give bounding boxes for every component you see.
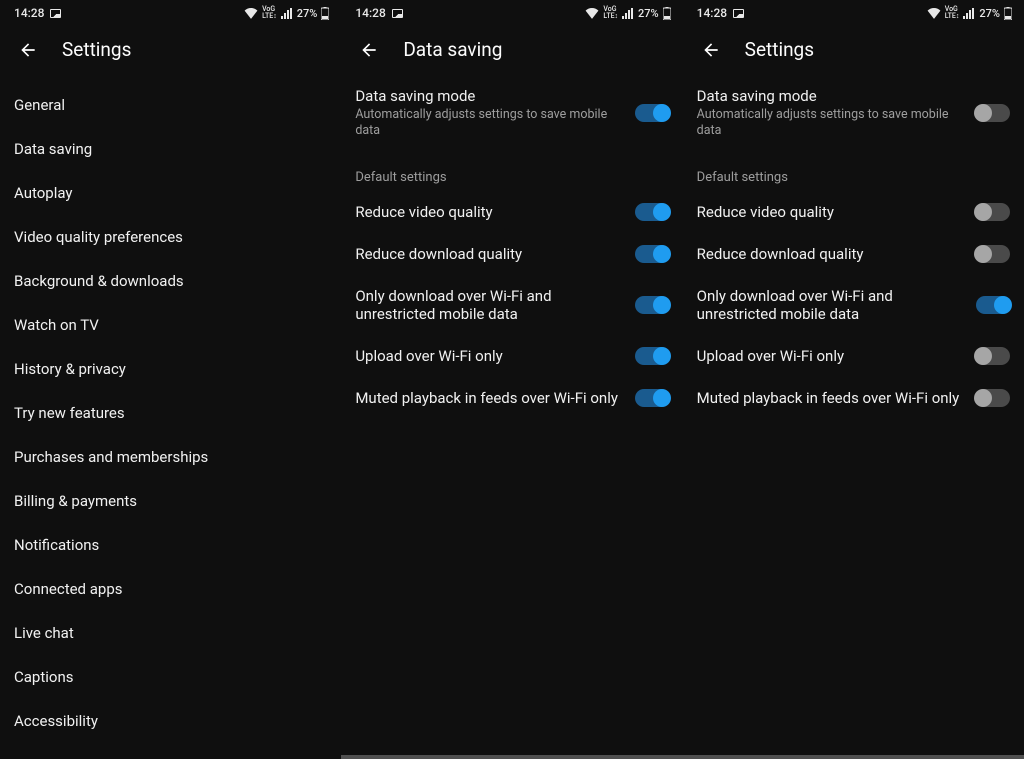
battery-icon (321, 7, 329, 20)
settings-item-try-new-features[interactable]: Try new features (0, 391, 341, 435)
toggle-row-reduce-video-quality[interactable]: Reduce video quality (683, 191, 1024, 233)
screen-settings-list: 14:28 VoGLTE↕ 27% Settings (0, 0, 341, 759)
toggle-row-reduce-download-quality[interactable]: Reduce download quality (341, 233, 682, 275)
settings-item-accessibility[interactable]: Accessibility (0, 699, 341, 743)
toggle-label: Upload over Wi-Fi only (355, 347, 624, 365)
settings-item-watch-on-tv[interactable]: Watch on TV (0, 303, 341, 347)
signal-icon (963, 8, 975, 19)
battery-pct: 27% (638, 7, 659, 20)
settings-item-purchases-and-memberships[interactable]: Purchases and memberships (0, 435, 341, 479)
settings-item-history-privacy[interactable]: History & privacy (0, 347, 341, 391)
battery-pct: 27% (297, 7, 318, 20)
screen-data-saving-off: 14:28 VoGLTE↕ 27% Settings (683, 0, 1024, 759)
status-bar: 14:28 VoGLTE↕ 27% (0, 0, 341, 24)
settings-list: GeneralData savingAutoplayVideo quality … (0, 75, 341, 759)
toggle-title: Data saving mode (355, 87, 624, 105)
app-bar: Data saving (341, 24, 682, 75)
back-button[interactable] (18, 40, 38, 60)
app-bar: Settings (683, 24, 1024, 75)
toggle-row-upload-over-wi-fi-only[interactable]: Upload over Wi-Fi only (341, 335, 682, 377)
back-button[interactable] (701, 40, 721, 60)
settings-item-billing-payments[interactable]: Billing & payments (0, 479, 341, 523)
toggle-switch[interactable] (976, 203, 1010, 221)
back-button[interactable] (359, 40, 379, 60)
battery-icon (663, 7, 671, 20)
toggle-switch[interactable] (635, 347, 669, 365)
toggle-subtitle: Automatically adjusts settings to save m… (697, 107, 966, 140)
settings-item-connected-apps[interactable]: Connected apps (0, 567, 341, 611)
page-title: Data saving (403, 38, 502, 61)
toggle-switch[interactable] (976, 245, 1010, 263)
volte-icon: VoGLTE↕ (945, 6, 960, 20)
toggle-label: Only download over Wi-Fi and unrestricte… (697, 287, 966, 323)
wifi-icon (585, 7, 599, 19)
status-bar: 14:28 VoGLTE↕ 27% (341, 0, 682, 24)
section-header: Default settings (341, 152, 682, 191)
bottom-indicator (341, 755, 682, 759)
toggle-switch[interactable] (976, 389, 1010, 407)
toggle-switch[interactable] (635, 203, 669, 221)
toggle-switch[interactable] (976, 347, 1010, 365)
image-icon (392, 9, 403, 18)
volte-icon: VoGLTE↕ (603, 6, 618, 20)
bottom-indicator (683, 755, 1024, 759)
status-time: 14:28 (697, 6, 727, 20)
settings-item-background-downloads[interactable]: Background & downloads (0, 259, 341, 303)
toggle-label: Reduce download quality (355, 245, 624, 263)
toggle-switch[interactable] (635, 245, 669, 263)
toggle-label: Reduce video quality (697, 203, 966, 221)
data-saving-mode-row[interactable]: Data saving mode Automatically adjusts s… (683, 75, 1024, 152)
toggle-label: Muted playback in feeds over Wi-Fi only (355, 389, 624, 407)
status-bar: 14:28 VoGLTE↕ 27% (683, 0, 1024, 24)
page-title: Settings (745, 38, 814, 61)
data-saving-mode-row[interactable]: Data saving mode Automatically adjusts s… (341, 75, 682, 152)
battery-icon (1004, 7, 1012, 20)
status-time: 14:28 (14, 6, 44, 20)
toggle-label: Reduce video quality (355, 203, 624, 221)
settings-item-notifications[interactable]: Notifications (0, 523, 341, 567)
toggle-switch[interactable] (635, 389, 669, 407)
settings-item-video-quality-preferences[interactable]: Video quality preferences (0, 215, 341, 259)
toggle-row-only-download-over-wi-fi-and-unrestricted-mobile-data[interactable]: Only download over Wi-Fi and unrestricte… (341, 275, 682, 335)
toggle-row-muted-playback-in-feeds-over-wi-fi-only[interactable]: Muted playback in feeds over Wi-Fi only (341, 377, 682, 419)
data-saving-mode-switch[interactable] (976, 104, 1010, 122)
app-bar: Settings (0, 24, 341, 75)
toggle-switch[interactable] (635, 296, 669, 314)
toggle-row-only-download-over-wi-fi-and-unrestricted-mobile-data[interactable]: Only download over Wi-Fi and unrestricte… (683, 275, 1024, 335)
settings-item-data-saving[interactable]: Data saving (0, 127, 341, 171)
section-header: Default settings (683, 152, 1024, 191)
signal-icon (281, 8, 293, 19)
toggle-title: Data saving mode (697, 87, 966, 105)
toggle-row-muted-playback-in-feeds-over-wi-fi-only[interactable]: Muted playback in feeds over Wi-Fi only (683, 377, 1024, 419)
toggle-label: Reduce download quality (697, 245, 966, 263)
wifi-icon (244, 7, 258, 19)
settings-item-general[interactable]: General (0, 83, 341, 127)
toggle-label: Upload over Wi-Fi only (697, 347, 966, 365)
status-time: 14:28 (355, 6, 385, 20)
settings-item-captions[interactable]: Captions (0, 655, 341, 699)
toggle-row-reduce-download-quality[interactable]: Reduce download quality (683, 233, 1024, 275)
page-title: Settings (62, 38, 131, 61)
toggle-label: Only download over Wi-Fi and unrestricte… (355, 287, 624, 323)
data-saving-mode-switch[interactable] (635, 104, 669, 122)
image-icon (733, 9, 744, 18)
image-icon (50, 9, 61, 18)
volte-icon: VoGLTE↕ (262, 6, 277, 20)
settings-item-autoplay[interactable]: Autoplay (0, 171, 341, 215)
wifi-icon (927, 7, 941, 19)
toggle-row-reduce-video-quality[interactable]: Reduce video quality (341, 191, 682, 233)
signal-icon (622, 8, 634, 19)
toggle-row-upload-over-wi-fi-only[interactable]: Upload over Wi-Fi only (683, 335, 1024, 377)
settings-item-live-chat[interactable]: Live chat (0, 611, 341, 655)
toggle-label: Muted playback in feeds over Wi-Fi only (697, 389, 966, 407)
screen-data-saving-on: 14:28 VoGLTE↕ 27% Data savin (341, 0, 682, 759)
toggle-switch[interactable] (976, 296, 1010, 314)
battery-pct: 27% (979, 7, 1000, 20)
toggle-subtitle: Automatically adjusts settings to save m… (355, 107, 624, 140)
